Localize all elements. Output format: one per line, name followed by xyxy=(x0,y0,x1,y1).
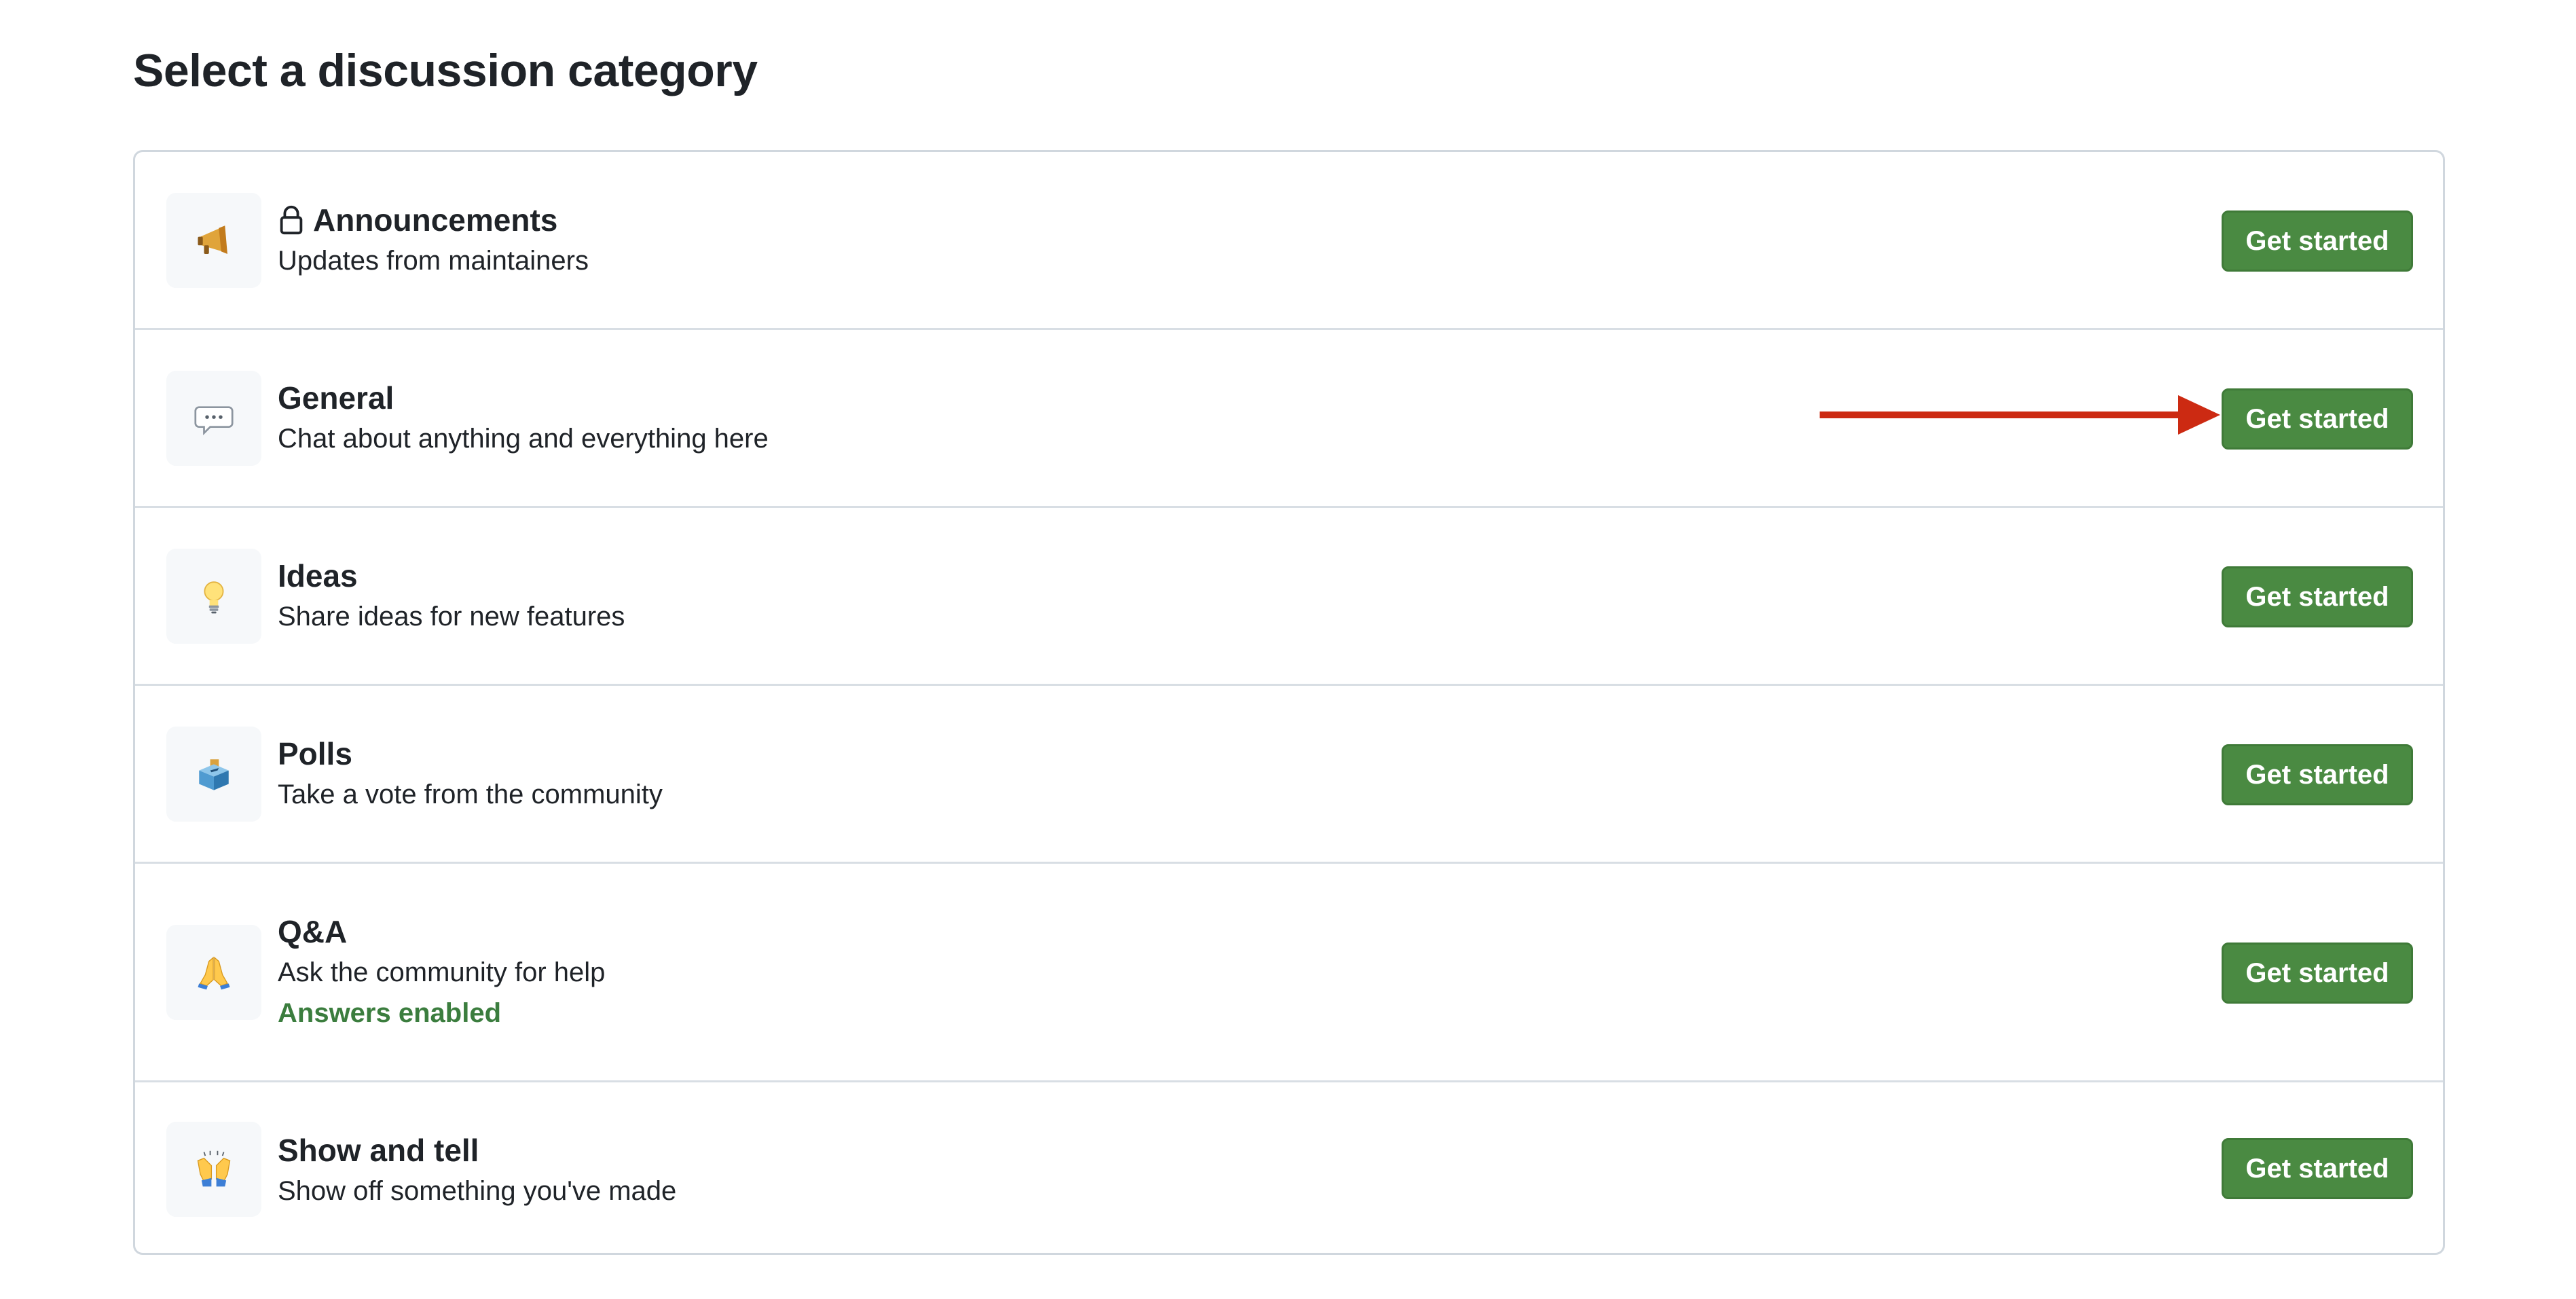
category-title: Ideas xyxy=(278,558,358,593)
get-started-button-qa[interactable]: Get started xyxy=(2222,943,2413,1004)
folded-hands-icon xyxy=(166,925,261,1020)
category-row-polls: Polls Take a vote from the community Get… xyxy=(135,686,2443,864)
category-row-qa: Q&A Ask the community for help Answers e… xyxy=(135,864,2443,1082)
category-title: Announcements xyxy=(278,200,589,240)
category-row-announcements: Announcements Updates from maintainers G… xyxy=(135,152,2443,330)
get-started-button-show-and-tell[interactable]: Get started xyxy=(2222,1138,2413,1199)
category-row-general: General Chat about anything and everythi… xyxy=(135,330,2443,508)
get-started-button-ideas[interactable]: Get started xyxy=(2222,566,2413,627)
megaphone-icon xyxy=(166,193,261,288)
category-description: Chat about anything and everything here xyxy=(278,424,769,454)
light-bulb-icon xyxy=(166,549,261,644)
ballot-box-icon xyxy=(166,727,261,822)
category-description: Updates from maintainers xyxy=(278,246,589,276)
category-title: Polls xyxy=(278,736,352,771)
category-description: Show off something you've made xyxy=(278,1176,677,1206)
get-started-button-announcements[interactable]: Get started xyxy=(2222,211,2413,272)
category-description: Share ideas for new features xyxy=(278,602,625,632)
category-row-ideas: Ideas Share ideas for new features Get s… xyxy=(135,508,2443,686)
page-title: Select a discussion category xyxy=(133,45,758,96)
category-title: Show and tell xyxy=(278,1133,479,1168)
get-started-button-polls[interactable]: Get started xyxy=(2222,744,2413,805)
category-description: Ask the community for help xyxy=(278,957,606,987)
speech-balloon-icon xyxy=(166,371,261,466)
raising-hands-icon xyxy=(166,1122,261,1217)
lock-icon xyxy=(280,205,303,235)
category-list: Announcements Updates from maintainers G… xyxy=(133,150,2445,1255)
category-title-text: Announcements xyxy=(313,202,558,238)
category-title: Q&A xyxy=(278,914,348,949)
answers-enabled-label: Answers enabled xyxy=(278,998,502,1028)
category-title: General xyxy=(278,380,394,416)
category-description: Take a vote from the community xyxy=(278,780,663,809)
get-started-button-general[interactable]: Get started xyxy=(2222,388,2413,450)
category-row-show-and-tell: Show and tell Show off something you've … xyxy=(135,1082,2443,1253)
